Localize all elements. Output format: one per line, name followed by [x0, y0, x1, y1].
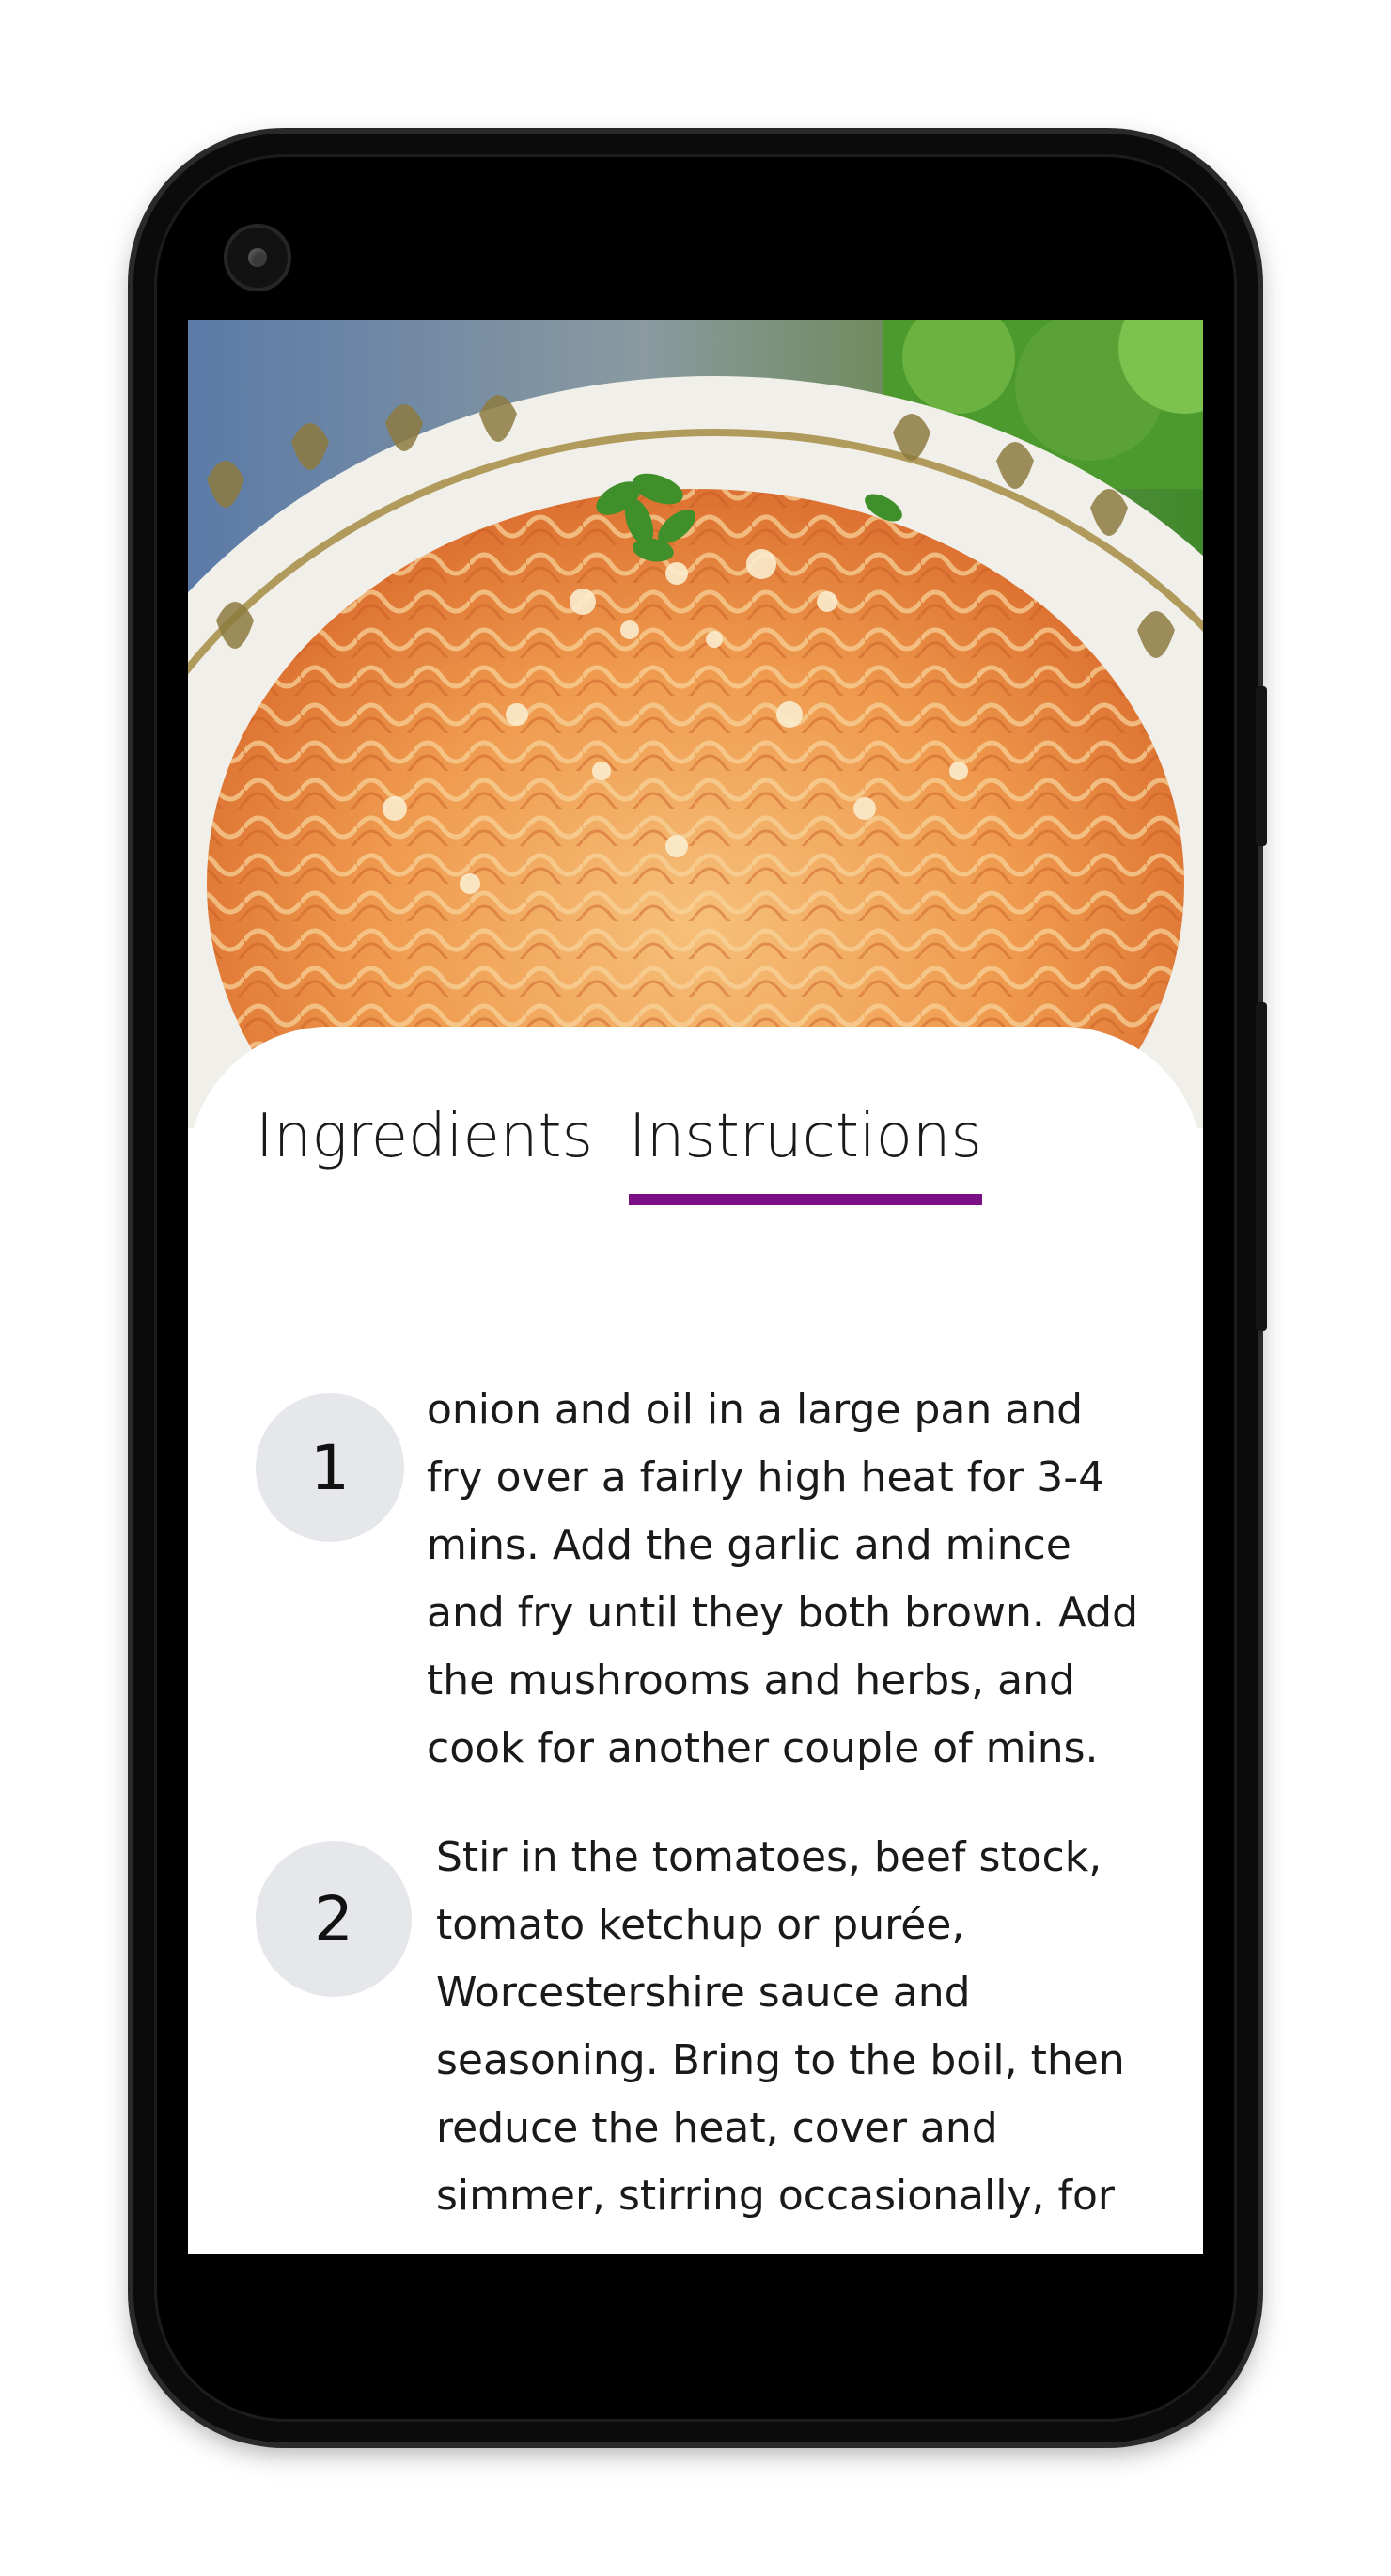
step-text: Stir in the tomatoes, beef stock, tomato…: [436, 1833, 1125, 2220]
power-button: [1256, 686, 1267, 846]
tab-ingredients[interactable]: Ingredients: [256, 1102, 593, 1188]
volume-button: [1256, 1002, 1267, 1331]
step-number-badge: 2: [256, 1841, 412, 1997]
instruction-steps: 1 onion and oil in a large pan and fry o…: [256, 1386, 1158, 2254]
tab-instructions[interactable]: Instructions: [628, 1102, 982, 1205]
instruction-step: 2 Stir in the tomatoes, beef stock, toma…: [256, 1833, 1158, 2230]
front-camera-icon: [224, 224, 291, 291]
step-number-badge: 1: [256, 1393, 404, 1542]
instruction-step: 1 onion and oil in a large pan and fry o…: [256, 1386, 1158, 1783]
recipe-tabs: Ingredients Instructions: [256, 1102, 982, 1205]
step-text: onion and oil in a large pan and fry ove…: [427, 1386, 1139, 1772]
app-screen: Ingredients Instructions 1 onion and oil…: [188, 320, 1203, 2254]
recipe-hero-image: [188, 320, 1203, 1128]
recipe-content-card: Ingredients Instructions 1 onion and oil…: [188, 1027, 1203, 2254]
